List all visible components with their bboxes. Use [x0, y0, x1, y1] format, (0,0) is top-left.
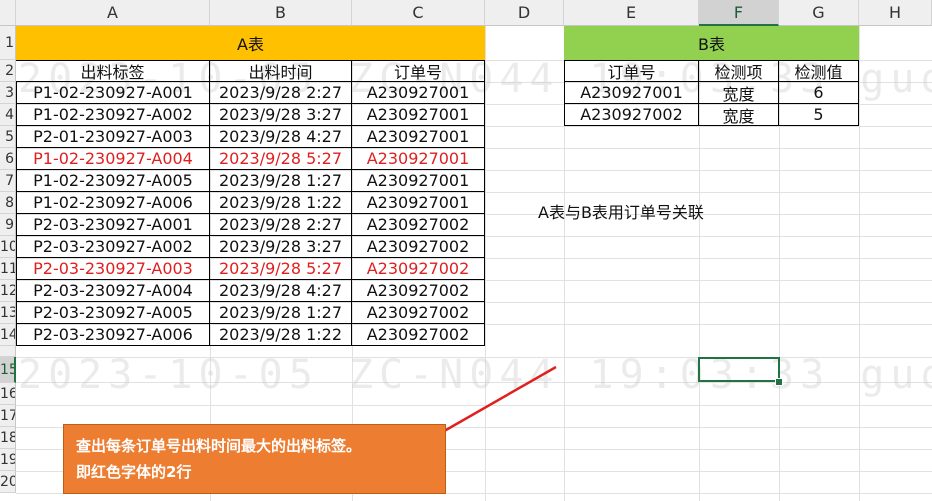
- callout-box[interactable]: 查出每条订单号出料时间最大的出料标签。 即红色字体的2行: [63, 424, 446, 494]
- spreadsheet[interactable]: A B C D E F G H 1 2 3 4 5 6 7 8 9 10 11 …: [0, 0, 932, 501]
- callout-line-2: 即红色字体的2行: [76, 463, 192, 481]
- callout-line-1: 查出每条订单号出料时间最大的出料标签。: [76, 437, 362, 455]
